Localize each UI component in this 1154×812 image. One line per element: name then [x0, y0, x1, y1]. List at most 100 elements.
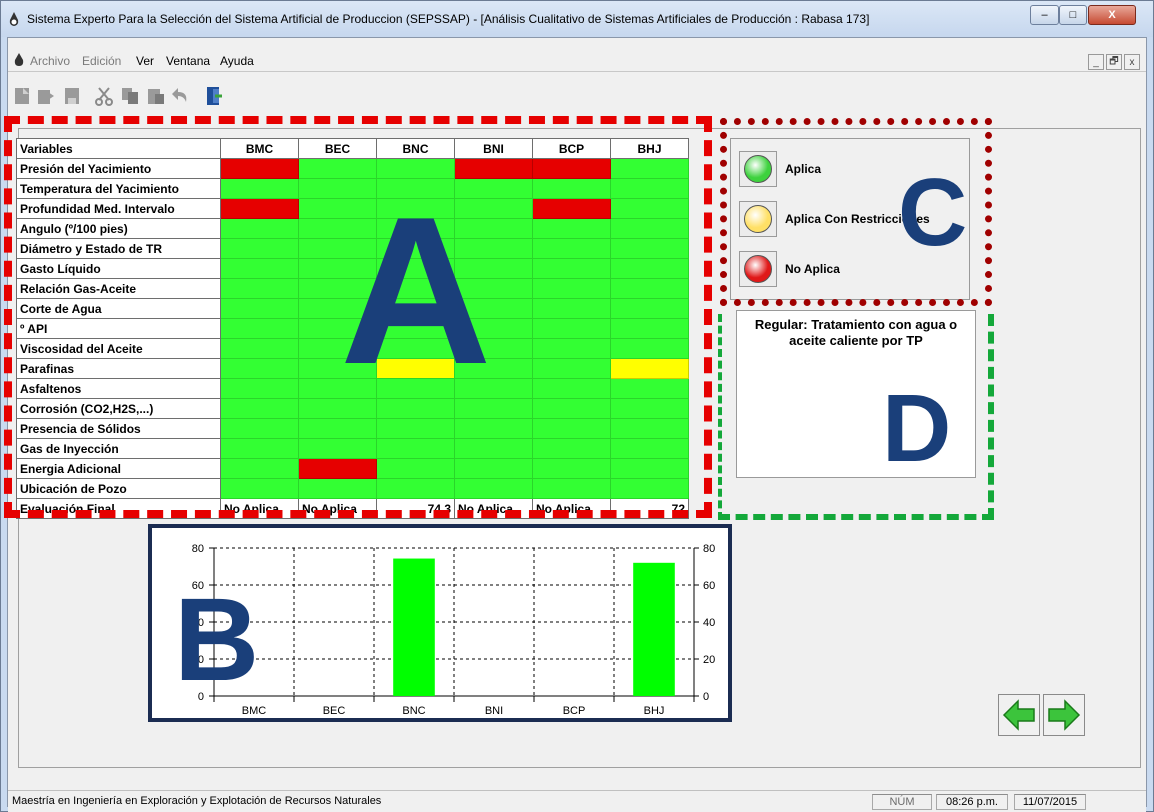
- status-cell-bhj[interactable]: [610, 318, 689, 339]
- status-cell-bcp[interactable]: [532, 178, 611, 199]
- status-cell-bcp[interactable]: [532, 458, 611, 479]
- cut-icon[interactable]: [94, 84, 114, 108]
- menu-archivo[interactable]: Archivo: [30, 54, 70, 68]
- status-cell-bec[interactable]: [298, 398, 377, 419]
- menu-edicion[interactable]: Edición: [82, 54, 121, 68]
- maximize-button[interactable]: □: [1059, 5, 1087, 25]
- save-icon[interactable]: [62, 84, 82, 108]
- status-cell-bec[interactable]: [298, 238, 377, 259]
- status-cell-bhj[interactable]: [610, 198, 689, 219]
- undo-icon[interactable]: [170, 84, 190, 108]
- status-cell-bni[interactable]: [454, 218, 533, 239]
- status-cell-bcp[interactable]: [532, 298, 611, 319]
- status-cell-bnc[interactable]: [376, 458, 455, 479]
- status-cell-bec[interactable]: [298, 158, 377, 179]
- open-icon[interactable]: [36, 84, 56, 108]
- status-cell-bnc[interactable]: [376, 198, 455, 219]
- status-cell-bhj[interactable]: [610, 418, 689, 439]
- status-cell-bmc[interactable]: [220, 458, 299, 479]
- status-cell-bnc[interactable]: [376, 418, 455, 439]
- status-cell-bmc[interactable]: [220, 158, 299, 179]
- status-cell-bhj[interactable]: [610, 338, 689, 359]
- status-cell-bnc[interactable]: [376, 178, 455, 199]
- status-cell-bni[interactable]: [454, 378, 533, 399]
- status-cell-bcp[interactable]: [532, 358, 611, 379]
- status-cell-bhj[interactable]: [610, 238, 689, 259]
- status-cell-bnc[interactable]: [376, 238, 455, 259]
- status-cell-bnc[interactable]: [376, 218, 455, 239]
- status-cell-bcp[interactable]: [532, 378, 611, 399]
- status-cell-bec[interactable]: [298, 378, 377, 399]
- status-cell-bmc[interactable]: [220, 278, 299, 299]
- status-cell-bmc[interactable]: [220, 198, 299, 219]
- status-cell-bec[interactable]: [298, 478, 377, 499]
- status-cell-bni[interactable]: [454, 238, 533, 259]
- menu-ver[interactable]: Ver: [136, 54, 154, 68]
- mdi-close-button[interactable]: x: [1124, 54, 1140, 70]
- status-cell-bmc[interactable]: [220, 378, 299, 399]
- status-cell-bec[interactable]: [298, 258, 377, 279]
- status-cell-bhj[interactable]: [610, 478, 689, 499]
- status-cell-bcp[interactable]: [532, 238, 611, 259]
- status-cell-bmc[interactable]: [220, 478, 299, 499]
- status-cell-bcp[interactable]: [532, 478, 611, 499]
- status-cell-bhj[interactable]: [610, 158, 689, 179]
- status-cell-bhj[interactable]: [610, 258, 689, 279]
- status-cell-bcp[interactable]: [532, 438, 611, 459]
- new-icon[interactable]: [12, 84, 32, 108]
- status-cell-bcp[interactable]: [532, 418, 611, 439]
- status-cell-bni[interactable]: [454, 418, 533, 439]
- status-cell-bec[interactable]: [298, 198, 377, 219]
- status-cell-bec[interactable]: [298, 218, 377, 239]
- mdi-restore-button[interactable]: 🗗: [1106, 54, 1122, 70]
- status-cell-bni[interactable]: [454, 458, 533, 479]
- status-cell-bcp[interactable]: [532, 338, 611, 359]
- status-cell-bhj[interactable]: [610, 278, 689, 299]
- status-cell-bnc[interactable]: [376, 398, 455, 419]
- status-cell-bhj[interactable]: [610, 298, 689, 319]
- status-cell-bec[interactable]: [298, 358, 377, 379]
- back-button[interactable]: [998, 694, 1040, 736]
- copy-icon[interactable]: [120, 84, 140, 108]
- status-cell-bni[interactable]: [454, 358, 533, 379]
- status-cell-bec[interactable]: [298, 178, 377, 199]
- status-cell-bhj[interactable]: [610, 398, 689, 419]
- status-cell-bec[interactable]: [298, 298, 377, 319]
- status-cell-bnc[interactable]: [376, 478, 455, 499]
- status-cell-bmc[interactable]: [220, 258, 299, 279]
- status-cell-bcp[interactable]: [532, 198, 611, 219]
- minimize-button[interactable]: –: [1030, 5, 1059, 25]
- status-cell-bec[interactable]: [298, 318, 377, 339]
- exit-icon[interactable]: [204, 84, 224, 108]
- status-cell-bcp[interactable]: [532, 278, 611, 299]
- status-cell-bmc[interactable]: [220, 318, 299, 339]
- status-cell-bcp[interactable]: [532, 258, 611, 279]
- status-cell-bmc[interactable]: [220, 178, 299, 199]
- status-cell-bmc[interactable]: [220, 218, 299, 239]
- close-button[interactable]: X: [1088, 5, 1136, 25]
- status-cell-bcp[interactable]: [532, 398, 611, 419]
- status-cell-bmc[interactable]: [220, 298, 299, 319]
- status-cell-bhj[interactable]: [610, 358, 689, 379]
- status-cell-bnc[interactable]: [376, 318, 455, 339]
- status-cell-bni[interactable]: [454, 198, 533, 219]
- status-cell-bmc[interactable]: [220, 338, 299, 359]
- status-cell-bhj[interactable]: [610, 438, 689, 459]
- status-cell-bni[interactable]: [454, 158, 533, 179]
- paste-icon[interactable]: [146, 84, 166, 108]
- status-cell-bnc[interactable]: [376, 378, 455, 399]
- status-cell-bec[interactable]: [298, 458, 377, 479]
- mdi-minimize-button[interactable]: _: [1088, 54, 1104, 70]
- status-cell-bhj[interactable]: [610, 458, 689, 479]
- status-cell-bni[interactable]: [454, 398, 533, 419]
- status-cell-bnc[interactable]: [376, 358, 455, 379]
- status-cell-bhj[interactable]: [610, 178, 689, 199]
- status-cell-bnc[interactable]: [376, 158, 455, 179]
- status-cell-bcp[interactable]: [532, 158, 611, 179]
- status-cell-bnc[interactable]: [376, 258, 455, 279]
- status-cell-bni[interactable]: [454, 258, 533, 279]
- forward-button[interactable]: [1043, 694, 1085, 736]
- status-cell-bmc[interactable]: [220, 418, 299, 439]
- status-cell-bmc[interactable]: [220, 438, 299, 459]
- status-cell-bcp[interactable]: [532, 218, 611, 239]
